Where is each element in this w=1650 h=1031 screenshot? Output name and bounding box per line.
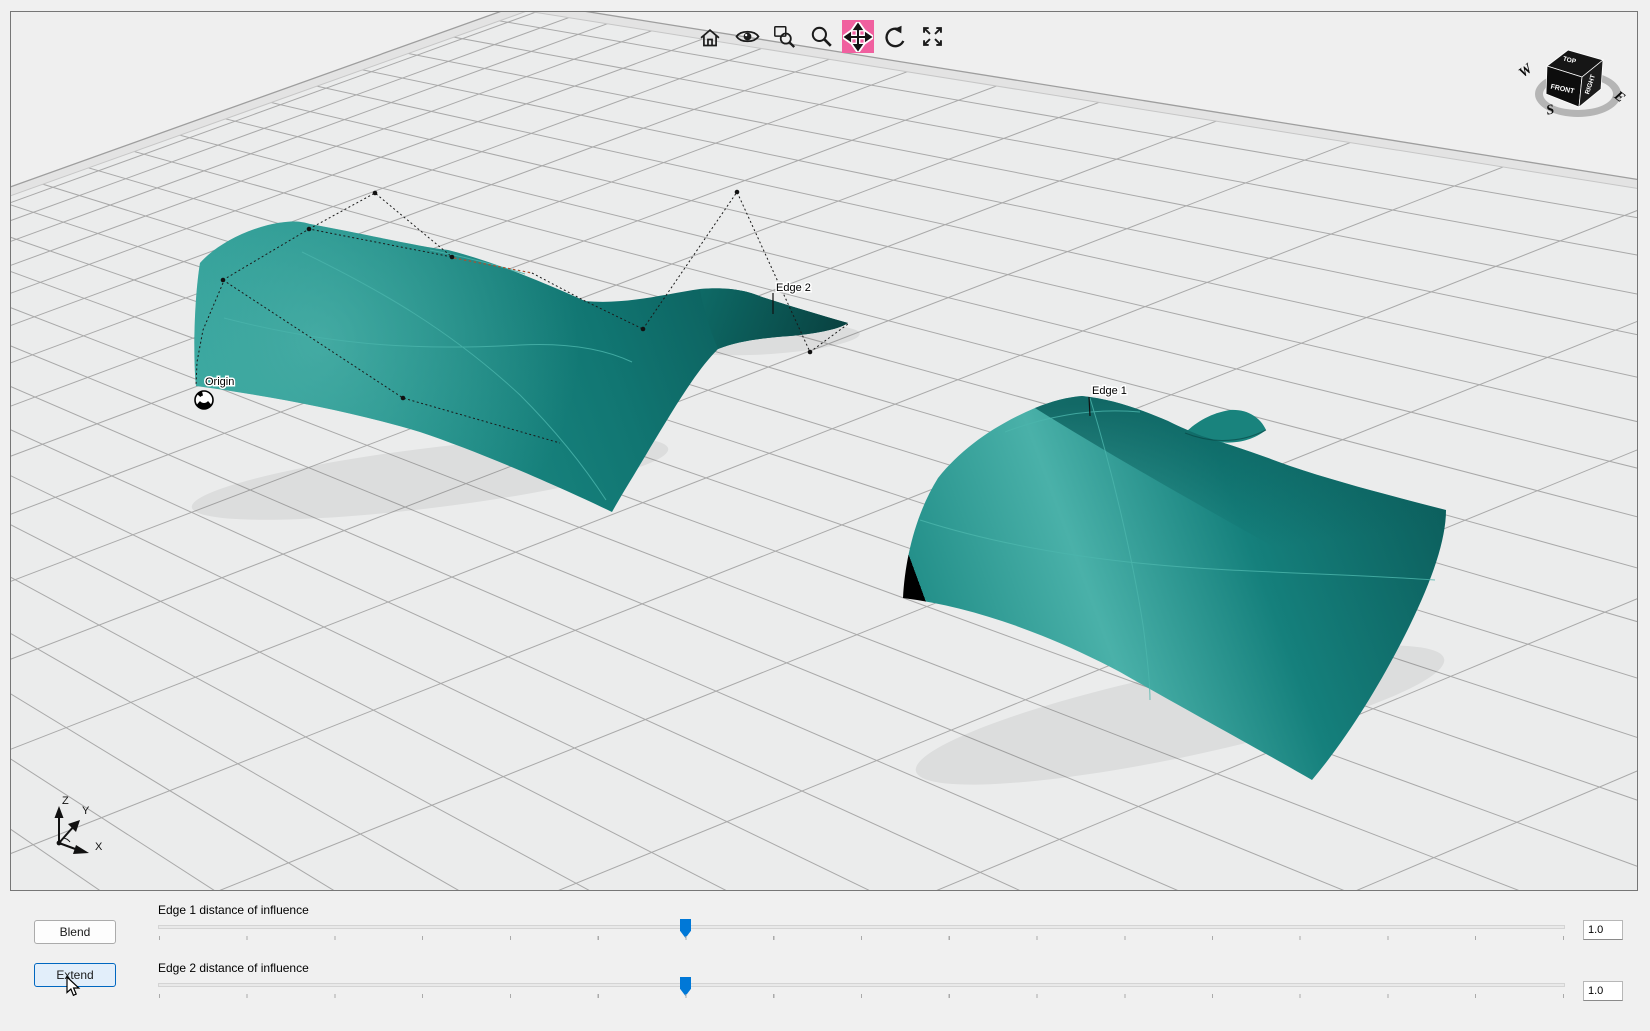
3d-viewport[interactable]: Edge 2 Edge 1 Origin Z Y X TOP FRONT RIG… [10, 11, 1638, 891]
zoom-button[interactable] [805, 20, 837, 53]
pan-button[interactable] [842, 20, 874, 53]
edge1-label: Edge 1 [1092, 385, 1127, 397]
slider1-value-input[interactable] [1583, 920, 1623, 940]
axis-z-label: Z [62, 795, 69, 807]
slider2-value-input[interactable] [1583, 981, 1623, 1001]
compass-west[interactable]: W [1516, 61, 1536, 81]
view-toolbar [694, 20, 948, 53]
zoom-window-button[interactable] [768, 20, 800, 53]
compass-south[interactable]: S [1545, 102, 1556, 118]
origin-label: Origin [205, 376, 234, 388]
look-at-button[interactable] [731, 20, 763, 53]
slider1-label: Edge 1 distance of influence [158, 903, 309, 917]
extend-button[interactable]: Extend [34, 963, 116, 987]
edge2-label: Edge 2 [776, 282, 811, 294]
blend-button[interactable]: Blend [34, 920, 116, 944]
slider1-ticks [159, 936, 1564, 940]
orbit-button[interactable] [879, 20, 911, 53]
slider1-track[interactable] [158, 925, 1565, 929]
app-root: { "toolbar": { "active_color": "#f0609f"… [0, 0, 1650, 1031]
axis-x-label: X [95, 841, 103, 853]
parameter-panel: Blend Extend Edge 1 distance of influenc… [0, 891, 1650, 1031]
fit-button[interactable] [916, 20, 948, 53]
view-cube[interactable]: TOP FRONT RIGHT W S E [1516, 49, 1627, 119]
slider2-ticks [159, 994, 1564, 998]
axis-y-label: Y [82, 805, 90, 817]
home-button[interactable] [694, 20, 726, 53]
slider2-track[interactable] [158, 983, 1565, 987]
origin-marker[interactable] [194, 390, 214, 410]
scene-svg: Edge 2 Edge 1 Origin Z Y X TOP FRONT RIG… [11, 12, 1637, 890]
slider2-label: Edge 2 distance of influence [158, 961, 309, 975]
